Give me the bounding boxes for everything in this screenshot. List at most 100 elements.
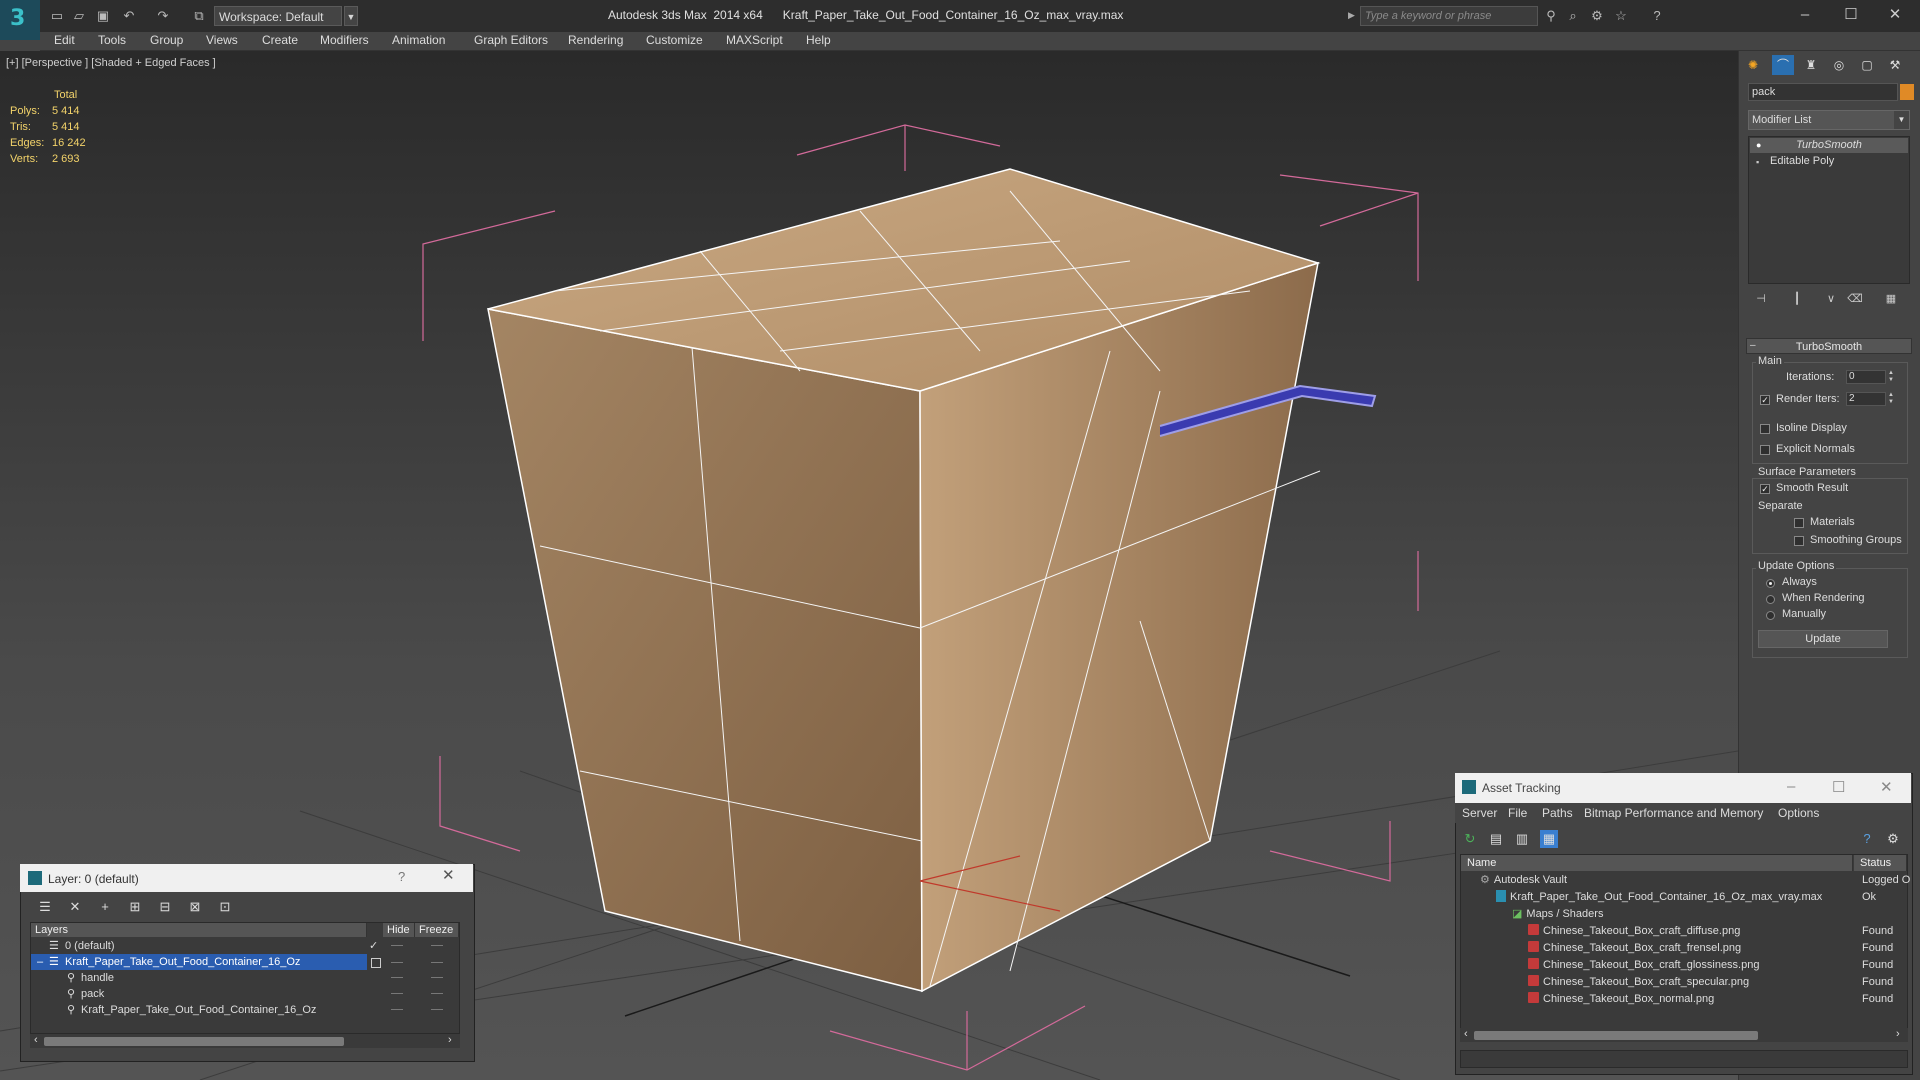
object-color-swatch[interactable] [1900, 84, 1914, 100]
menu-graph-editors[interactable]: Graph Editors [474, 33, 548, 47]
configure-sets-icon[interactable]: ▦ [1882, 292, 1900, 308]
spinner-arrows-icon[interactable]: ▲ ▼ [1886, 392, 1896, 406]
open-file-icon[interactable]: ▱ [70, 7, 88, 25]
scrollbar-thumb[interactable] [1474, 1031, 1758, 1040]
app-logo[interactable]: 3 [0, 0, 40, 40]
display-tab-icon[interactable]: ▢ [1856, 55, 1878, 75]
scroll-right-icon[interactable]: › [1896, 1028, 1900, 1040]
collapse-icon[interactable]: – [1750, 340, 1756, 351]
scrollbar-thumb[interactable] [44, 1037, 344, 1046]
collapse-icon[interactable]: – [37, 954, 43, 970]
refresh-icon[interactable]: ↻ [1461, 830, 1479, 848]
stack-item-turbosmooth[interactable]: TurboSmooth [1750, 138, 1908, 153]
add-to-layer-icon[interactable]: ⊞ [126, 898, 144, 916]
modify-tab-icon[interactable]: ⌒ [1772, 55, 1794, 75]
chevron-down-icon[interactable]: ▼ [1894, 111, 1909, 129]
menu-tools[interactable]: Tools [98, 33, 126, 47]
set-active-box[interactable] [371, 958, 381, 968]
menu-animation[interactable]: Animation [392, 33, 445, 47]
expand-icon[interactable]: ▪ [1756, 158, 1764, 167]
menu-edit[interactable]: Edit [54, 33, 75, 47]
maximize-icon[interactable]: ☐ [1832, 778, 1845, 796]
freeze-toggle[interactable] [431, 962, 443, 963]
layer-row[interactable]: ⚲ Kraft_Paper_Take_Out_Food_Container_16… [31, 1002, 459, 1018]
new-layer-icon[interactable]: + [96, 898, 114, 916]
active-check-icon[interactable]: ✓ [369, 938, 378, 954]
asset-row[interactable]: ◪ Maps / Shaders [1512, 906, 1603, 923]
select-layer-icon[interactable]: ⊠ [186, 898, 204, 916]
lightbulb-icon[interactable]: ● [1756, 141, 1764, 150]
star-icon[interactable]: ☆ [1612, 7, 1630, 25]
create-tab-icon[interactable]: ✺ [1742, 55, 1764, 75]
asset-row[interactable]: Chinese_Takeout_Box_craft_specular.png [1528, 974, 1749, 991]
list-view-icon[interactable]: ▤ [1487, 830, 1505, 848]
modifier-list-dropdown[interactable]: Modifier List [1748, 110, 1910, 130]
close-icon[interactable]: ✕ [442, 866, 455, 884]
asset-row[interactable]: Chinese_Takeout_Box_normal.png [1528, 991, 1714, 1008]
scroll-left-icon[interactable]: ‹ [1464, 1028, 1468, 1040]
make-unique-icon[interactable]: ∨ [1822, 292, 1840, 308]
close-icon[interactable]: ✕ [1880, 4, 1910, 26]
update-button[interactable]: Update [1758, 630, 1888, 648]
help-icon[interactable]: ? [1858, 830, 1876, 848]
minimize-icon[interactable]: – [1787, 778, 1795, 795]
smoothing-groups-checkbox[interactable] [1794, 536, 1804, 546]
asset-row[interactable]: ⚙ Autodesk Vault [1480, 872, 1567, 889]
asset-menu-bitmap[interactable]: Bitmap Performance and Memory [1584, 806, 1763, 820]
menu-group[interactable]: Group [150, 33, 183, 47]
menu-rendering[interactable]: Rendering [568, 33, 623, 47]
render-iters-spinner[interactable]: 2 [1846, 392, 1886, 406]
select-objects-icon[interactable]: ⊟ [156, 898, 174, 916]
search-input[interactable]: Type a keyword or phrase [1360, 6, 1538, 26]
chevron-down-icon[interactable]: ▼ [344, 6, 358, 26]
asset-menu-paths[interactable]: Paths [1542, 806, 1573, 820]
minimize-icon[interactable]: – [1790, 4, 1820, 26]
always-radio[interactable] [1766, 579, 1775, 588]
pin-stack-icon[interactable]: ⊣ [1752, 292, 1770, 308]
turbosmooth-rollout-header[interactable]: TurboSmooth [1746, 338, 1912, 354]
scroll-left-icon[interactable]: ‹ [34, 1034, 38, 1046]
table-view-icon[interactable]: ▦ [1540, 830, 1558, 848]
settings-icon[interactable]: ⚙ [1884, 830, 1902, 848]
menu-maxscript[interactable]: MAXScript [726, 33, 783, 47]
show-end-result-icon[interactable]: ┃ [1788, 292, 1806, 308]
stack-item-editable-poly[interactable]: Editable Poly [1750, 154, 1908, 169]
status-column-header[interactable]: Status [1854, 855, 1907, 871]
hide-all-icon[interactable]: ⊡ [216, 898, 234, 916]
utilities-tab-icon[interactable]: ⚒ [1884, 55, 1906, 75]
asset-menu-file[interactable]: File [1508, 806, 1527, 820]
search-icon[interactable]: ⌕ [1564, 7, 1582, 25]
project-folder-icon[interactable]: ⧉ [190, 7, 208, 25]
layer-row[interactable]: ☰ 0 (default) ✓ [31, 938, 459, 954]
render-iters-checkbox[interactable]: ✓ [1760, 395, 1770, 405]
object-name-field[interactable]: pack [1748, 83, 1898, 101]
layer-manager-icon[interactable]: ☰ [36, 898, 54, 916]
iterations-spinner[interactable]: 0 [1846, 370, 1886, 384]
freeze-column-header[interactable]: Freeze [415, 923, 459, 937]
binoculars-icon[interactable]: ⚲ [1542, 7, 1560, 25]
hierarchy-tab-icon[interactable]: ♜ [1800, 55, 1822, 75]
menu-modifiers[interactable]: Modifiers [320, 33, 369, 47]
smooth-result-checkbox[interactable]: ✓ [1760, 484, 1770, 494]
menu-help[interactable]: Help [806, 33, 831, 47]
tree-view-icon[interactable]: ▥ [1513, 830, 1531, 848]
close-icon[interactable]: ✕ [1880, 778, 1893, 796]
menu-customize[interactable]: Customize [646, 33, 703, 47]
isoline-checkbox[interactable] [1760, 424, 1770, 434]
layer-row[interactable]: – ☰ Kraft_Paper_Take_Out_Food_Container_… [31, 954, 367, 970]
name-column-header[interactable]: Name [1461, 855, 1853, 871]
asset-row[interactable]: Chinese_Takeout_Box_craft_frensel.png [1528, 940, 1741, 957]
spinner-arrows-icon[interactable]: ▲ ▼ [1886, 370, 1896, 384]
subscription-icon[interactable]: ⚙ [1588, 7, 1606, 25]
hide-column-header[interactable]: Hide [383, 923, 415, 937]
explicit-normals-checkbox[interactable] [1760, 445, 1770, 455]
scroll-right-icon[interactable]: › [448, 1034, 452, 1046]
asset-menu-server[interactable]: Server [1462, 806, 1497, 820]
materials-checkbox[interactable] [1794, 518, 1804, 528]
help-icon[interactable]: ? [1648, 7, 1666, 25]
layer-row[interactable]: ⚲ pack [31, 986, 459, 1002]
asset-menu-options[interactable]: Options [1778, 806, 1819, 820]
viewport-label[interactable]: [+] [Perspective ] [Shaded + Edged Faces… [6, 57, 216, 69]
manually-radio[interactable] [1766, 611, 1775, 620]
delete-layer-icon[interactable]: ✕ [66, 898, 84, 916]
